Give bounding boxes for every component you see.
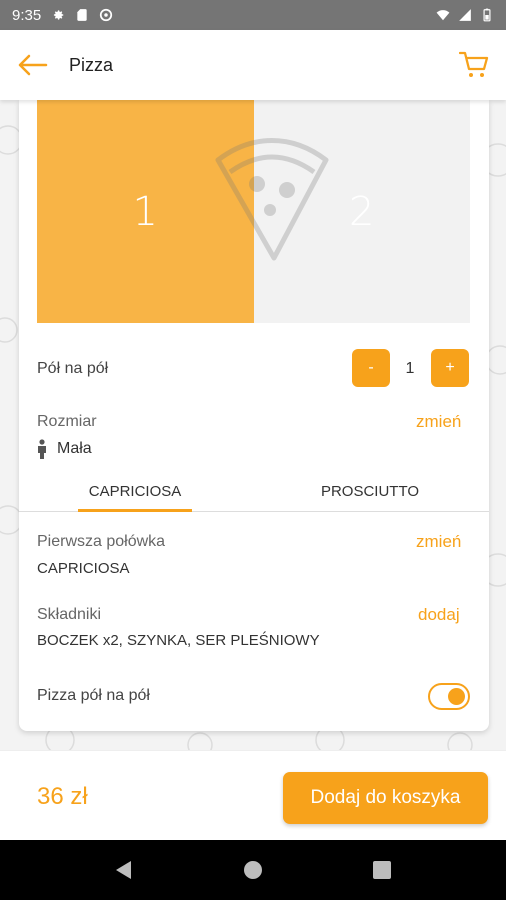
pizza-config-card: 1 2 Pół na pół - 1 + Rozmiar zmień Mała … (19, 100, 489, 731)
tab-capriciosa[interactable]: CAPRICIOSA (78, 472, 192, 512)
change-first-half-link[interactable]: zmień (416, 532, 461, 552)
quantity-value: 1 (405, 360, 415, 377)
size-value: Mała (57, 440, 92, 457)
person-icon (38, 439, 46, 459)
pizza-half-tabs: CAPRICIOSA PROSCIUTTO (19, 472, 489, 512)
status-time: 9:35 (12, 6, 42, 24)
cart-button[interactable] (442, 30, 506, 100)
sync-icon (100, 8, 113, 22)
change-size-link[interactable]: zmień (416, 412, 461, 432)
wifi-icon (436, 10, 450, 21)
back-arrow-icon (18, 54, 48, 76)
pizza-half-toggle-label: Pizza pół na pół (37, 687, 150, 704)
pizza-slice-icon (215, 138, 329, 261)
nav-recents-icon[interactable] (372, 860, 392, 880)
ingredients-label: Składniki (37, 606, 102, 623)
system-nav-bar (0, 840, 506, 900)
decrease-button[interactable]: - (352, 349, 390, 387)
bottom-bar: 36 zł Dodaj do koszyka (0, 750, 506, 840)
sd-card-icon (77, 9, 87, 21)
first-half-label: Pierwsza połówka (37, 533, 166, 550)
minus-label: - (368, 359, 374, 376)
settings-icon (54, 10, 64, 20)
cart-icon (459, 51, 489, 77)
plus-label: + (445, 359, 455, 376)
add-ingredient-link[interactable]: dodaj (418, 605, 460, 625)
first-half-value: CAPRICIOSA (37, 560, 130, 577)
battery-icon (483, 8, 491, 22)
signal-icon (459, 9, 471, 21)
size-label: Rozmiar (37, 413, 97, 430)
page-title: Pizza (69, 54, 114, 75)
status-bar: 9:35 (0, 0, 506, 30)
toggle-knob (448, 688, 465, 705)
increase-button[interactable]: + (431, 349, 469, 387)
add-to-cart-button[interactable]: Dodaj do koszyka (283, 772, 488, 824)
pizza-half-toggle[interactable] (428, 683, 470, 710)
ingredients-value: BOCZEK x2, SZYNKA, SER PLEŚNIOWY (37, 632, 320, 649)
active-tab-indicator (78, 509, 192, 512)
nav-home-icon[interactable] (243, 860, 263, 880)
tab-prosciutto[interactable]: PROSCIUTTO (304, 472, 436, 512)
half-1-label: 1 (132, 188, 158, 235)
pizza-halves: 1 2 (37, 100, 470, 323)
half-and-half-label: Pół na pół (37, 360, 109, 377)
app-bar: Pizza (0, 30, 506, 100)
total-price: 36 zł (37, 783, 88, 810)
nav-back-icon[interactable] (114, 860, 134, 880)
back-button[interactable] (0, 30, 64, 100)
half-2-label: 2 (349, 188, 375, 235)
